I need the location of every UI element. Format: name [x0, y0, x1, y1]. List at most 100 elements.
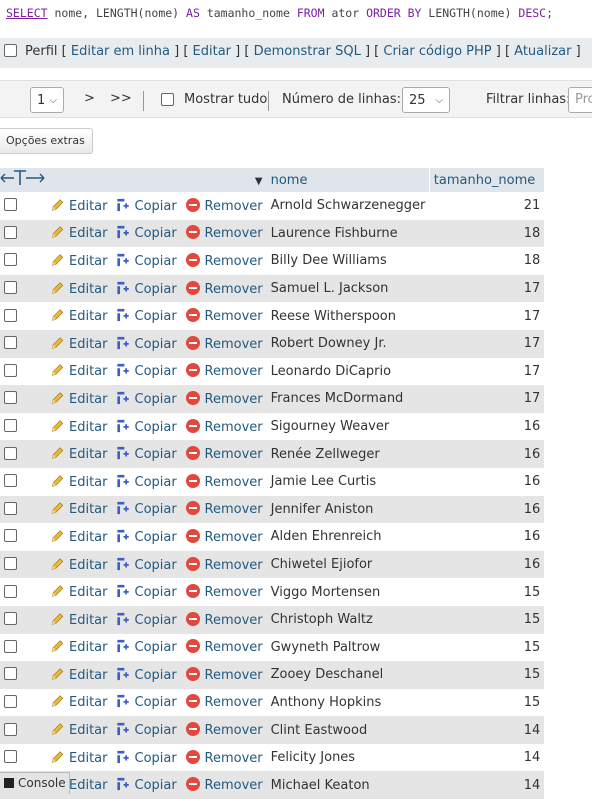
edit-action[interactable]: Editar [46, 716, 112, 744]
remove-action[interactable]: Remover [181, 467, 267, 496]
remove-action[interactable]: Remover [181, 274, 267, 303]
remove-action[interactable]: Remover [181, 440, 267, 468]
row-checkbox[interactable] [4, 639, 17, 653]
remove-action[interactable]: Remover [181, 192, 267, 220]
edit-action[interactable]: Editar [46, 247, 112, 275]
remove-action[interactable]: Remover [181, 550, 267, 579]
column-header-tamanho-nome[interactable]: tamanho_nome [428, 168, 545, 192]
remove-action[interactable]: Remover [181, 495, 267, 524]
copy-action[interactable]: Copiar [111, 412, 182, 441]
copy-action[interactable]: Copiar [111, 743, 182, 772]
remove-action[interactable]: Remover [181, 578, 267, 606]
edit-action[interactable]: Editar [46, 495, 112, 524]
remove-action[interactable]: Remover [181, 329, 267, 358]
copy-action[interactable]: Copiar [111, 633, 182, 662]
row-checkbox[interactable] [4, 308, 17, 322]
edit-action[interactable]: Editar [46, 743, 112, 772]
console-toggle[interactable]: Console [0, 772, 70, 794]
copy-action[interactable]: Copiar [111, 467, 182, 496]
row-checkbox[interactable] [4, 419, 17, 433]
row-checkbox[interactable] [4, 446, 17, 460]
show-all-checkbox[interactable] [161, 93, 174, 106]
edit-action[interactable]: Editar [46, 274, 112, 303]
row-checkbox[interactable] [4, 612, 17, 626]
copy-action[interactable]: Copiar [111, 302, 182, 330]
copy-action[interactable]: Copiar [111, 688, 182, 717]
row-checkbox[interactable] [4, 474, 17, 488]
filter-rows-input[interactable]: Pro [568, 87, 592, 113]
row-checkbox[interactable] [4, 391, 17, 405]
edit-action[interactable]: Editar [46, 605, 112, 634]
copy-action[interactable]: Copiar [111, 523, 182, 551]
row-checkbox[interactable] [4, 281, 17, 295]
column-resize-header[interactable] [0, 168, 46, 192]
extra-options-button[interactable]: Opções extras [0, 128, 93, 154]
remove-action[interactable]: Remover [181, 385, 267, 413]
row-checkbox[interactable] [4, 694, 17, 708]
rows-count-select[interactable]: 25 ⌵ [402, 87, 450, 113]
edit-link[interactable]: Editar [193, 44, 232, 59]
remove-action[interactable]: Remover [181, 357, 267, 386]
copy-action[interactable]: Copiar [111, 329, 182, 358]
copy-action[interactable]: Copiar [111, 550, 182, 579]
remove-action[interactable]: Remover [181, 302, 267, 330]
copy-action[interactable]: Copiar [111, 716, 182, 744]
row-checkbox[interactable] [4, 501, 17, 515]
edit-action[interactable]: Editar [46, 412, 112, 441]
edit-action[interactable]: Editar [46, 192, 112, 220]
row-checkbox[interactable] [4, 363, 17, 377]
edit-action[interactable]: Editar [46, 688, 112, 717]
edit-action[interactable]: Editar [46, 302, 112, 330]
edit-action[interactable]: Editar [46, 219, 112, 248]
remove-action[interactable]: Remover [181, 716, 267, 744]
column-header-nome[interactable]: nome [266, 168, 430, 192]
row-checkbox[interactable] [4, 722, 17, 736]
remove-action[interactable]: Remover [181, 219, 267, 248]
remove-action[interactable]: Remover [181, 605, 267, 634]
copy-action[interactable]: Copiar [111, 247, 182, 275]
copy-action[interactable]: Copiar [111, 219, 182, 248]
copy-action[interactable]: Copiar [111, 661, 182, 689]
edit-action[interactable]: Editar [46, 440, 112, 468]
edit-action[interactable]: Editar [46, 467, 112, 496]
edit-inline-link[interactable]: Editar em linha [71, 44, 170, 59]
remove-action[interactable]: Remover [181, 688, 267, 717]
row-checkbox[interactable] [4, 557, 17, 571]
row-checkbox[interactable] [4, 584, 17, 598]
copy-action[interactable]: Copiar [111, 605, 182, 634]
edit-action[interactable]: Editar [46, 633, 112, 662]
create-php-link[interactable]: Criar código PHP [383, 44, 491, 59]
perfil-checkbox[interactable] [4, 44, 17, 57]
row-checkbox[interactable] [4, 225, 17, 239]
edit-action[interactable]: Editar [46, 578, 112, 606]
copy-action[interactable]: Copiar [111, 357, 182, 386]
remove-action[interactable]: Remover [181, 633, 267, 662]
remove-action[interactable]: Remover [181, 743, 267, 772]
next-page-button[interactable]: > [78, 87, 101, 113]
edit-action[interactable]: Editar [46, 385, 112, 413]
copy-action[interactable]: Copiar [111, 495, 182, 524]
remove-action[interactable]: Remover [181, 412, 267, 441]
row-checkbox[interactable] [4, 529, 17, 543]
sort-toggle[interactable]: ▼ [181, 168, 267, 192]
remove-action[interactable]: Remover [181, 661, 267, 689]
row-checkbox[interactable] [4, 336, 17, 350]
remove-action[interactable]: Remover [181, 523, 267, 551]
copy-action[interactable]: Copiar [111, 192, 182, 220]
row-checkbox[interactable] [4, 667, 17, 681]
edit-action[interactable]: Editar [46, 661, 112, 689]
edit-action[interactable]: Editar [46, 550, 112, 579]
refresh-link[interactable]: Atualizar [514, 44, 571, 59]
explain-sql-link[interactable]: Demonstrar SQL [254, 44, 361, 59]
remove-action[interactable]: Remover [181, 247, 267, 275]
copy-action[interactable]: Copiar [111, 578, 182, 606]
copy-action[interactable]: Copiar [111, 274, 182, 303]
copy-action[interactable]: Copiar [111, 440, 182, 468]
page-select[interactable]: 1 ⌵ [30, 87, 64, 113]
row-checkbox[interactable] [4, 750, 17, 764]
edit-action[interactable]: Editar [46, 523, 112, 551]
copy-action[interactable]: Copiar [111, 771, 182, 799]
last-page-button[interactable]: >> [104, 87, 138, 113]
remove-action[interactable]: Remover [181, 771, 267, 799]
edit-action[interactable]: Editar [46, 357, 112, 386]
